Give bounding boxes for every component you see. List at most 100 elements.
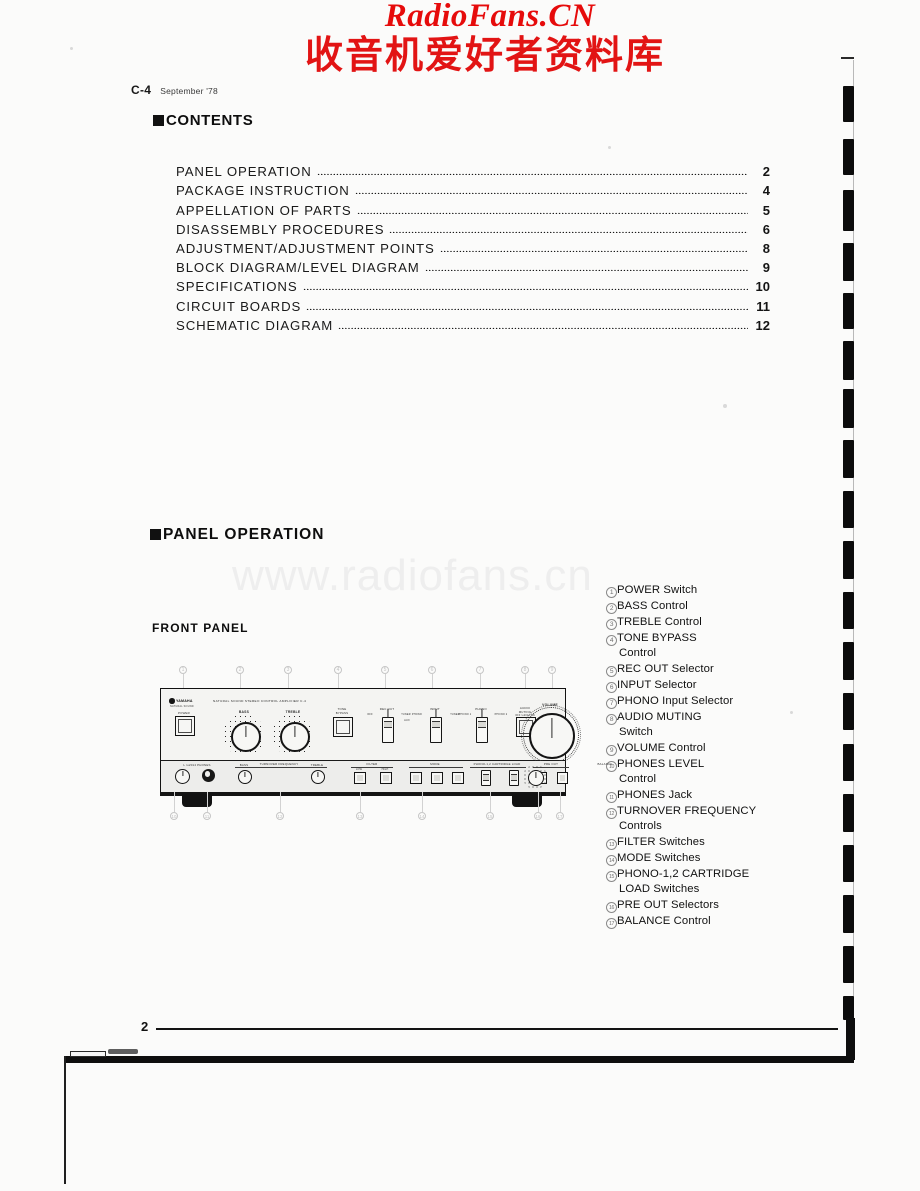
filter-low-switch[interactable] [354,772,366,784]
binding-hole [843,139,854,175]
input-selector[interactable] [430,709,442,743]
rec-out-opt-left: OFF [367,713,373,716]
toc-entry[interactable]: SCHEMATIC DIAGRAM 12 [176,314,770,333]
pre-out-group-label: PRE OUT [543,762,559,766]
mode-group-label: MODE [430,762,440,766]
rec-out-opt-right2: AUX [404,719,410,722]
turnover-bass-label: BASS [239,763,249,767]
balance-knob-pointer [535,772,537,778]
toc-entry[interactable]: APPELLATION OF PARTS 5 [176,198,770,218]
toc-entry[interactable]: SPECIFICATIONS 10 [176,275,770,294]
legend-item-number: 8 [606,713,617,725]
toc-entry[interactable]: BLOCK DIAGRAM/LEVEL DIAGRAM 9 [176,256,770,275]
power-switch-inner [178,719,192,733]
balance-knob[interactable] [528,770,544,786]
filter-high-switch-inner [382,774,390,782]
volume-knob[interactable] [529,713,575,759]
toc-entry[interactable]: PANEL OPERATION 2 [176,160,770,179]
legend-item-label: PHONO Input Selector [617,694,733,709]
input-cap [432,721,440,728]
contents-heading-label: CONTENTS [166,112,254,129]
legend-item-label: REC OUT Selector [617,662,714,677]
panel-callout-16: 16 [534,812,542,820]
toc-entry-label: APPELLATION OF PARTS [176,202,352,218]
binding-hole [843,996,854,1020]
panel-callout-leader [538,792,539,812]
toc-entry-label: ADJUSTMENT/ADJUSTMENT POINTS [176,240,435,256]
panel-upper-section: YAMAHA NATURAL SOUND NATURAL SOUND STERE… [161,689,581,765]
scan-speck [608,146,611,149]
phono-stem [481,709,483,718]
toc-entry[interactable]: PACKAGE INSTRUCTION 4 [176,179,770,198]
cartridge-load-switch-1[interactable] [481,770,491,786]
treble-knob-pointer [294,726,296,737]
turnover-group-rule [235,767,327,768]
toc-entry[interactable]: CIRCUIT BOARDS 11 [176,294,770,314]
tone-bypass-switch[interactable] [333,717,353,737]
document-code: C-4 [131,83,152,97]
binding-hole [843,845,854,882]
rec-out-selector[interactable] [382,709,394,743]
binding-hole [843,440,854,478]
mode-switch-2[interactable] [431,772,443,784]
cartridge-1-cap [483,774,489,781]
binding-hole [843,744,854,781]
panel-callout-9: 9 [548,666,556,674]
mode-switch-1[interactable] [410,772,422,784]
legend-item-label: FILTER Switches [617,835,705,850]
toc-entry[interactable]: ADJUSTMENT/ADJUSTMENT POINTS 8 [176,237,770,256]
bass-knob[interactable] [231,722,261,752]
panel-callout-6: 6 [428,666,436,674]
legend-item: 3 TREBLE Control [606,615,786,630]
rec-out-stem [387,709,389,718]
contents-heading: CONTENTS [153,112,253,129]
panel-callout-leader [422,792,423,812]
toc-entry-label: PACKAGE INSTRUCTION [176,183,350,199]
mode-switch-3[interactable] [452,772,464,784]
legend-item-label: POWER Switch [617,583,697,598]
legend-item-label: BASS Control [617,599,688,614]
treble-knob[interactable] [280,722,310,752]
toc-entry[interactable]: DISASSEMBLY PROCEDURES 6 [176,218,770,237]
legend-item-label: VOLUME Control [617,741,706,756]
phono-input-selector[interactable] [476,709,488,743]
binding-hole [843,341,854,380]
panel-callout-15: 15 [486,812,494,820]
legend-item-line1: BASS Control [617,600,688,613]
panel-lower-section: L \u2014 PHONES TURNOVER FREQUENCY BASS … [161,761,612,793]
cartridge-load-switch-2[interactable] [509,770,519,786]
legend-item-line2: Controls [619,820,662,833]
legend-item-line1: PHONES LEVEL [617,758,705,771]
phones-level-control[interactable] [175,769,190,784]
panel-legend-list: 1 POWER Switch 2 BASS Control 3 TREBLE Contro… [606,583,786,930]
panel-callout-leader [490,792,491,812]
legend-item-label: TONE BYPASS Control [617,631,697,661]
legend-item: 1 POWER Switch [606,583,786,598]
legend-item: 4 TONE BYPASS Control [606,631,786,661]
toc-entry-label: CIRCUIT BOARDS [176,298,302,314]
binding-hole [843,946,854,983]
toc-leader-dots [389,229,748,233]
phono-opt-right: PHONO 2 [494,713,508,716]
legend-item-number: 12 [606,807,617,819]
legend-item-label: TURNOVER FREQUENCY Controls [617,804,756,834]
filter-low-label: LOW [355,768,363,771]
legend-item-label: PRE OUT Selectors [617,898,719,913]
legend-item-label: BALANCE Control [617,914,711,929]
legend-item-number: 1 [606,586,617,598]
filter-high-switch[interactable] [380,772,392,784]
legend-item-number: 13 [606,838,617,850]
bullet-square-icon [150,529,161,540]
panel-callout-leader [360,792,361,812]
turnover-treble-knob[interactable] [311,770,325,784]
toc-leader-dots [306,306,748,310]
legend-item-label: TREBLE Control [617,615,702,630]
legend-item-line1: PHONES Jack [617,789,693,802]
pre-out-selector-2[interactable] [557,772,568,784]
turnover-bass-knob[interactable] [238,770,252,784]
phones-jack[interactable] [202,769,215,782]
power-switch[interactable] [175,716,195,736]
toc-entry-page: 11 [756,298,770,314]
toc-entry-page: 12 [755,317,770,333]
rec-out-opt-right: TUNER [401,713,411,716]
